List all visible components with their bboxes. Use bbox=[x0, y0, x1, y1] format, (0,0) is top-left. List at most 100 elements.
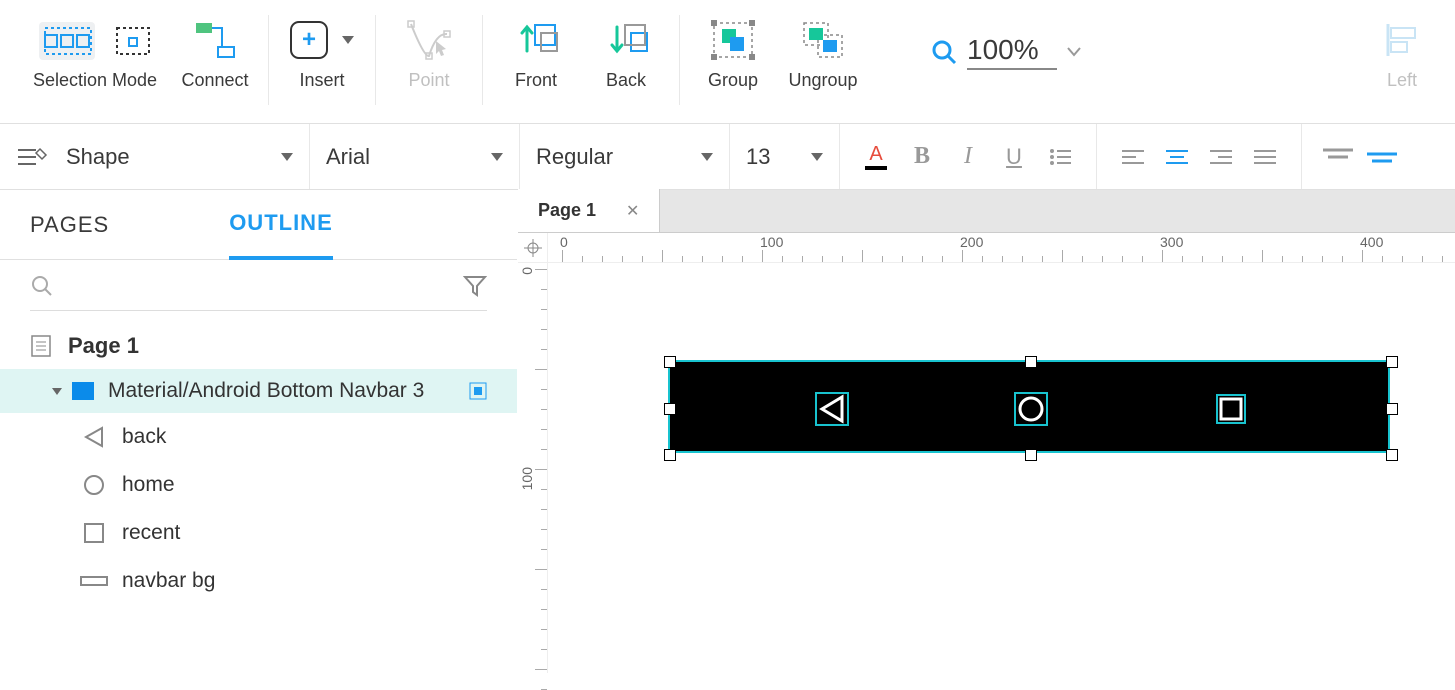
ungroup-button[interactable]: Ungroup bbox=[778, 10, 868, 110]
align-left-text-icon bbox=[1122, 149, 1144, 165]
selected-shape-navbar[interactable] bbox=[668, 360, 1390, 453]
expand-icon[interactable] bbox=[52, 388, 62, 395]
align-left-button[interactable]: Left bbox=[1357, 10, 1447, 110]
plus-icon: + bbox=[302, 28, 316, 52]
zoom-value[interactable]: 100% bbox=[967, 34, 1057, 70]
target-icon bbox=[524, 239, 542, 257]
outline-item-navbarbg[interactable]: navbar bg bbox=[0, 557, 517, 605]
canvas[interactable] bbox=[548, 263, 1455, 673]
resize-handle[interactable] bbox=[664, 449, 676, 461]
tab-pages[interactable]: PAGES bbox=[30, 212, 109, 258]
tab-outline[interactable]: OUTLINE bbox=[229, 210, 333, 260]
resize-handle[interactable] bbox=[1386, 356, 1398, 368]
connect-button[interactable]: Connect bbox=[170, 10, 260, 110]
font-color-icon: A bbox=[869, 143, 882, 166]
valign-middle-icon bbox=[1367, 148, 1397, 166]
resize-handle[interactable] bbox=[1025, 449, 1037, 461]
font-size-value: 13 bbox=[746, 144, 770, 170]
style-select[interactable]: Shape bbox=[66, 144, 293, 170]
align-left-text-button[interactable] bbox=[1113, 137, 1153, 177]
tree-item-label: home bbox=[122, 473, 175, 497]
back-button[interactable]: Back bbox=[581, 10, 671, 110]
point-icon bbox=[406, 19, 452, 61]
resize-handle[interactable] bbox=[664, 356, 676, 368]
selection-mode-button[interactable]: Selection Mode bbox=[20, 10, 170, 110]
valign-top-button[interactable] bbox=[1318, 137, 1358, 177]
ruler-label: 0 bbox=[560, 234, 568, 250]
italic-button[interactable]: I bbox=[948, 137, 988, 177]
insert-button[interactable]: + Insert bbox=[277, 10, 367, 110]
insert-label: Insert bbox=[299, 70, 344, 91]
bold-button[interactable]: B bbox=[902, 137, 942, 177]
chevron-down-icon bbox=[491, 153, 503, 161]
underline-button[interactable]: U bbox=[994, 137, 1034, 177]
font-family-select[interactable]: Arial bbox=[326, 144, 503, 170]
horizontal-ruler[interactable]: 0100200300400 bbox=[548, 233, 1455, 263]
left-label: Left bbox=[1387, 70, 1417, 91]
chevron-down-icon[interactable] bbox=[1067, 47, 1081, 57]
subshape-back[interactable] bbox=[815, 392, 849, 426]
valign-middle-button[interactable] bbox=[1362, 137, 1402, 177]
tree-item-label: recent bbox=[122, 521, 180, 545]
front-label: Front bbox=[515, 70, 557, 91]
triangle-icon bbox=[82, 425, 106, 449]
page-icon bbox=[30, 334, 52, 358]
ruler-origin[interactable] bbox=[518, 233, 548, 263]
triangle-icon bbox=[817, 394, 847, 424]
outline-item-home[interactable]: home bbox=[0, 461, 517, 509]
font-family-value: Arial bbox=[326, 144, 370, 170]
filter-icon[interactable] bbox=[463, 274, 487, 298]
bold-icon: B bbox=[914, 143, 930, 170]
selection-mode-label: Selection Mode bbox=[33, 70, 157, 91]
point-button[interactable]: Point bbox=[384, 10, 474, 110]
front-button[interactable]: Front bbox=[491, 10, 581, 110]
outline-page[interactable]: Page 1 bbox=[0, 323, 517, 369]
canvas-area: Page 1 ✕ 0100200300400 0100 bbox=[518, 190, 1455, 673]
divider bbox=[30, 310, 487, 311]
list-button[interactable] bbox=[1040, 137, 1080, 177]
square-icon bbox=[1218, 396, 1244, 422]
outline-item-recent[interactable]: recent bbox=[0, 509, 517, 557]
resize-handle[interactable] bbox=[664, 403, 676, 415]
connect-icon bbox=[192, 19, 238, 61]
ruler-label: 100 bbox=[519, 467, 535, 490]
search-icon[interactable] bbox=[30, 274, 54, 298]
font-color-button[interactable]: A bbox=[856, 137, 896, 177]
chevron-down-icon bbox=[342, 36, 354, 44]
underline-icon: U bbox=[1006, 144, 1022, 170]
send-back-icon bbox=[603, 19, 649, 61]
font-weight-select[interactable]: Regular bbox=[536, 144, 713, 170]
zoom-control[interactable]: 100% bbox=[931, 34, 1081, 70]
vertical-ruler[interactable]: 0100 bbox=[518, 263, 548, 673]
document-tab[interactable]: Page 1 ✕ bbox=[518, 189, 660, 232]
ruler-label: 400 bbox=[1360, 234, 1383, 250]
ruler-label: 200 bbox=[960, 234, 983, 250]
ungroup-icon bbox=[800, 19, 846, 61]
chevron-down-icon bbox=[281, 153, 293, 161]
align-left-icon bbox=[1382, 20, 1422, 60]
outline-item-back[interactable]: back bbox=[0, 413, 517, 461]
outline-page-label: Page 1 bbox=[68, 333, 139, 359]
close-icon[interactable]: ✕ bbox=[626, 201, 639, 221]
resize-handle[interactable] bbox=[1386, 449, 1398, 461]
outline-item-navbar-group[interactable]: Material/Android Bottom Navbar 3 bbox=[0, 369, 517, 413]
side-panel: PAGES OUTLINE Page 1 Material/Android Bo… bbox=[0, 190, 518, 673]
ungroup-label: Ungroup bbox=[788, 70, 857, 91]
resize-handle[interactable] bbox=[1025, 356, 1037, 368]
style-value: Shape bbox=[66, 144, 130, 170]
font-size-select[interactable]: 13 bbox=[746, 144, 823, 170]
align-center-text-button[interactable] bbox=[1157, 137, 1197, 177]
ruler-label: 100 bbox=[760, 234, 783, 250]
align-right-text-button[interactable] bbox=[1201, 137, 1241, 177]
resize-handle[interactable] bbox=[1386, 403, 1398, 415]
search-icon bbox=[931, 39, 957, 65]
valign-top-icon bbox=[1323, 148, 1353, 166]
font-weight-value: Regular bbox=[536, 144, 613, 170]
subshape-home[interactable] bbox=[1014, 392, 1048, 426]
group-button[interactable]: Group bbox=[688, 10, 778, 110]
align-justify-text-button[interactable] bbox=[1245, 137, 1285, 177]
align-justify-text-icon bbox=[1254, 149, 1276, 165]
subshape-recent[interactable] bbox=[1216, 394, 1246, 424]
selection-indicator-icon bbox=[469, 382, 487, 400]
italic-icon: I bbox=[964, 143, 972, 170]
